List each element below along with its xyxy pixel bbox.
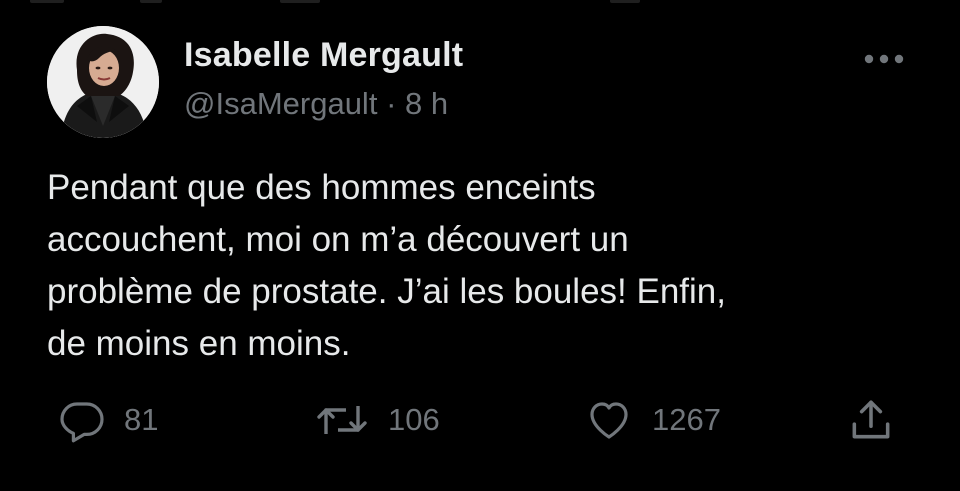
profile-photo [47,26,159,138]
retweet-count: 106 [388,402,440,437]
heart-icon [590,402,628,439]
tweet[interactable]: Isabelle Mergault @IsaMergault · 8 h Pen… [0,0,960,491]
tweet-timestamp[interactable]: 8 h [405,86,448,121]
meta-separator: · [386,86,397,121]
tweet-text-line: accouchent, moi on m’a découvert un [47,220,629,259]
tweet-text: Pendant que des hommes enceints accouche… [47,162,927,370]
share-button[interactable] [846,392,896,448]
reply-button[interactable]: 81 [58,392,158,448]
author-handle[interactable]: @IsaMergault [184,86,377,121]
avatar[interactable] [47,26,159,138]
share-icon [852,400,890,439]
more-options-button[interactable] [858,44,910,74]
author-display-name[interactable]: Isabelle Mergault [184,36,463,75]
reply-icon [60,402,104,443]
more-dots-icon [864,54,904,64]
tweet-actions: 81 106 1267 [0,392,960,448]
like-button[interactable]: 1267 [584,392,721,448]
reply-count: 81 [124,402,159,437]
retweet-button[interactable]: 106 [314,392,440,448]
tweet-text-line: Pendant que des hommes enceints [47,168,596,207]
retweet-icon [317,406,367,434]
tweet-text-line: problème de prostate. J’ai les boules! E… [47,272,726,311]
like-count: 1267 [652,402,721,437]
author-meta: @IsaMergault · 8 h [184,86,448,122]
tweet-text-line: de moins en moins. [47,324,351,363]
